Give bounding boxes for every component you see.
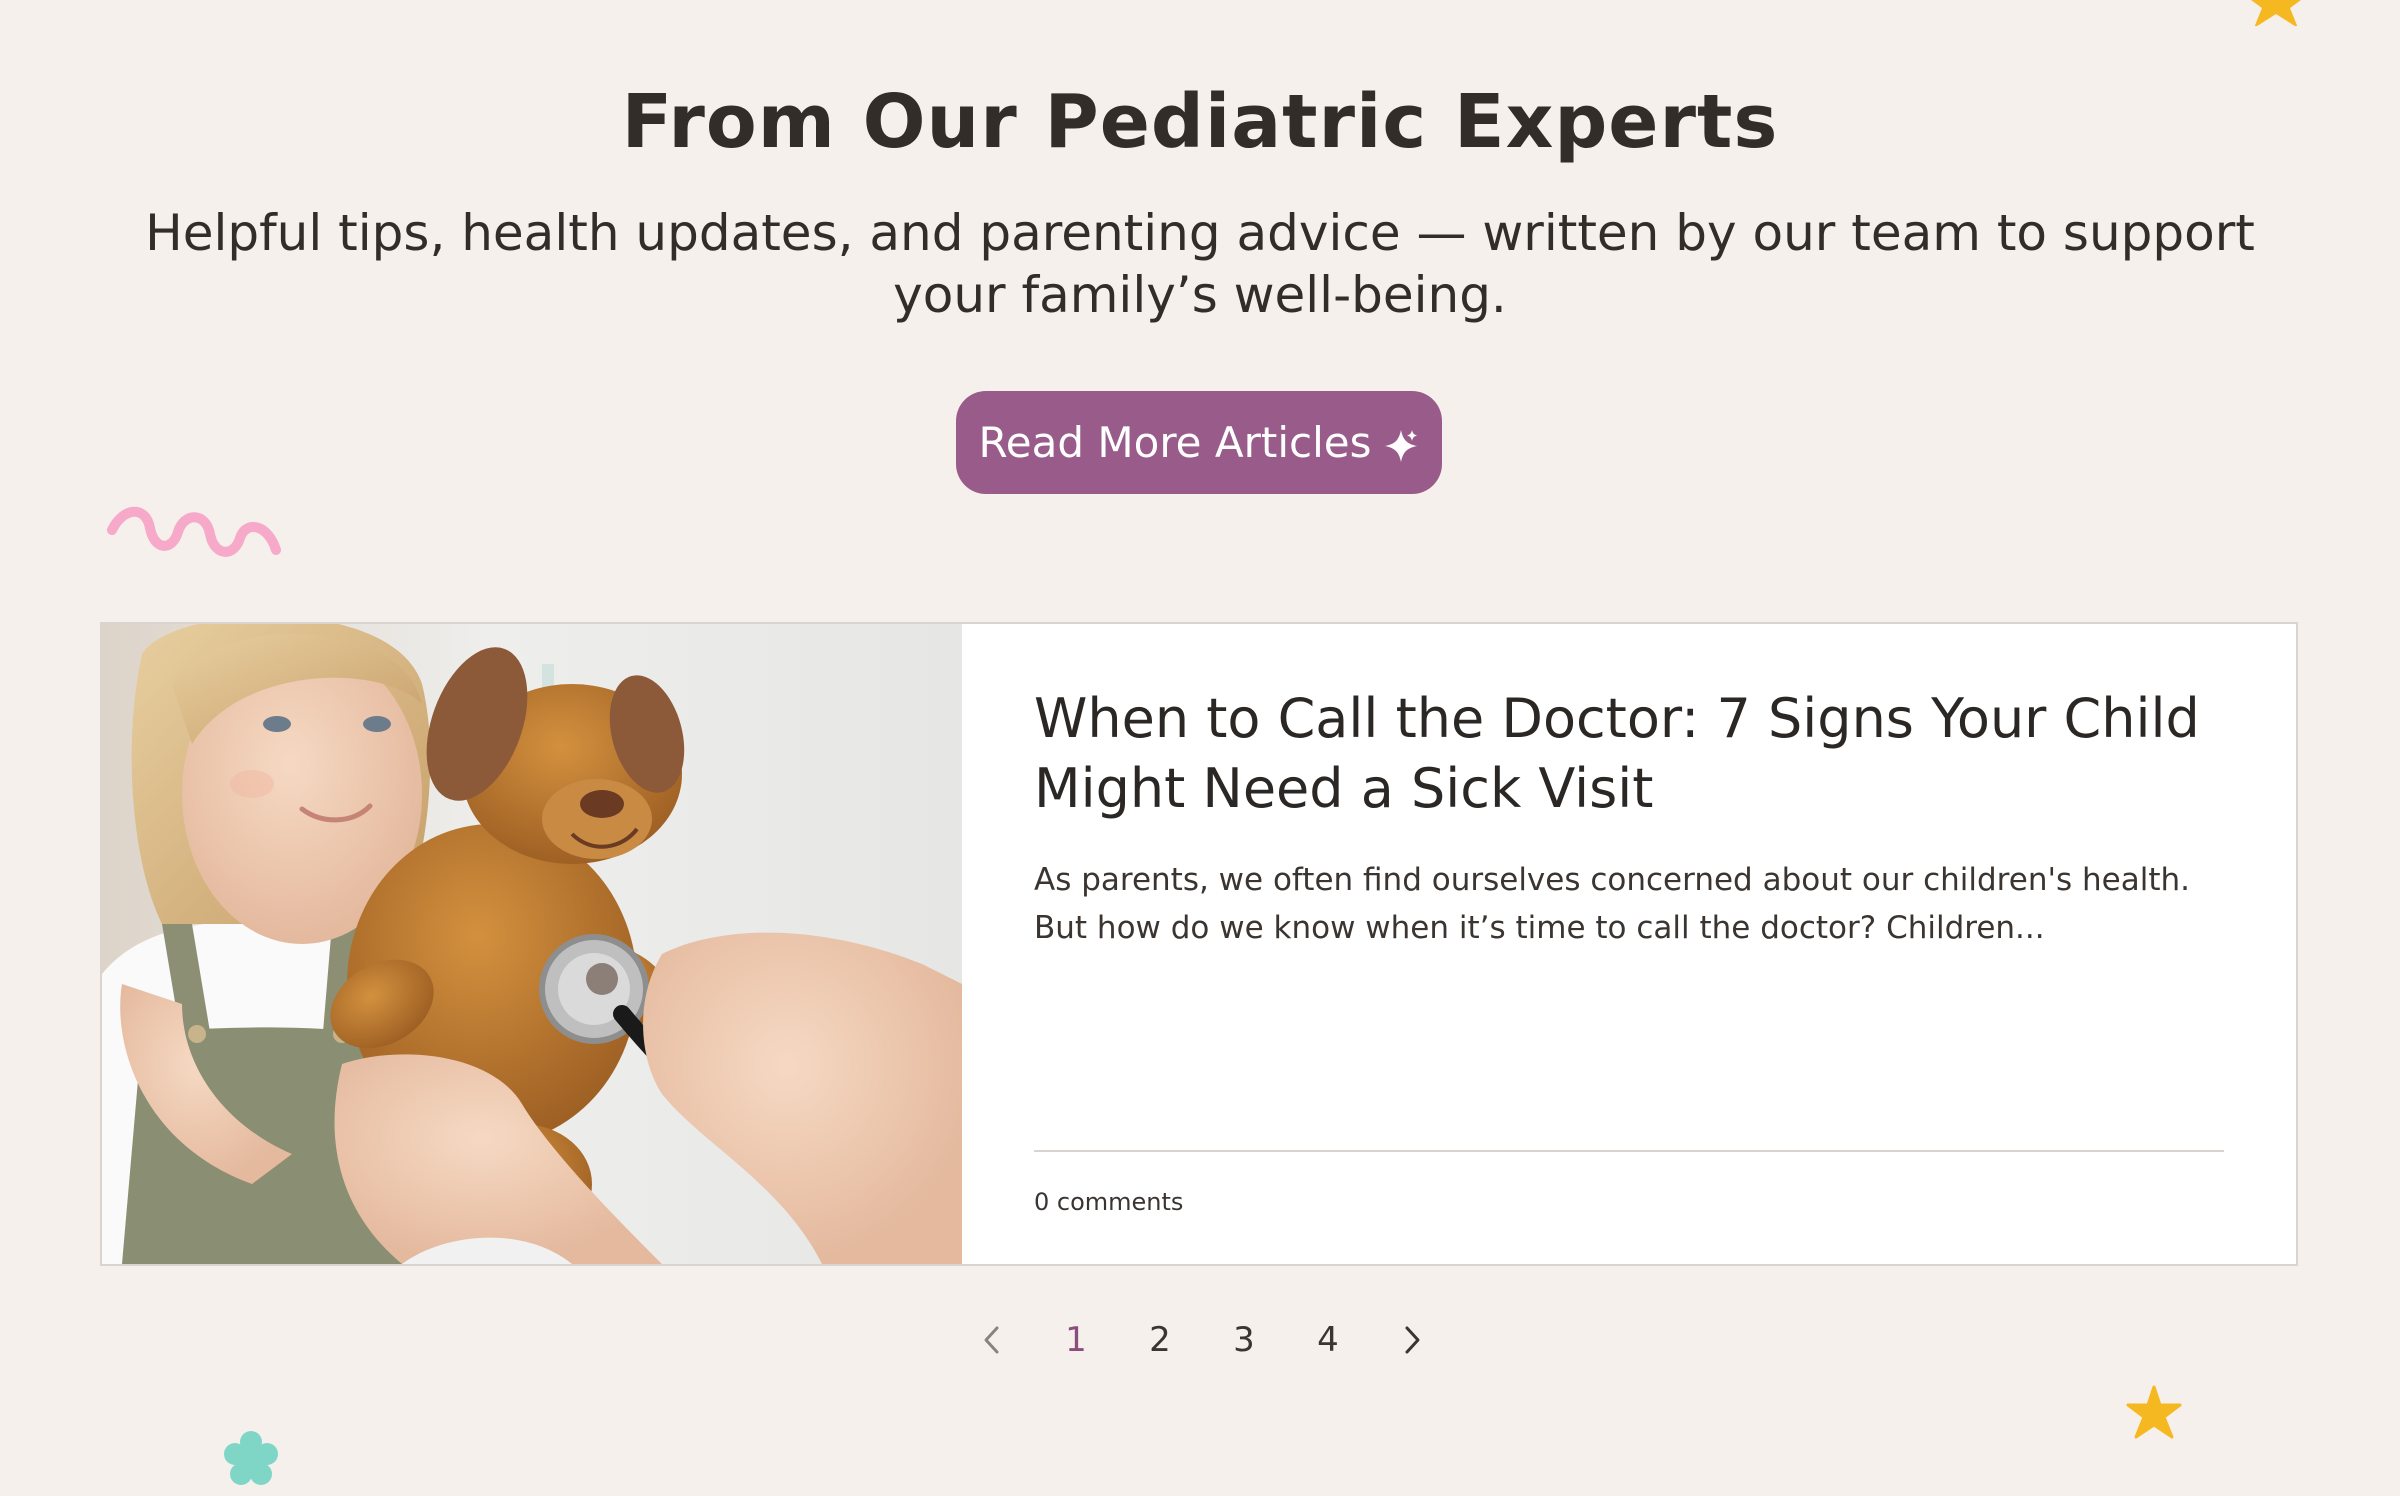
chevron-right-icon xyxy=(1405,1326,1420,1354)
star-decoration-top-right xyxy=(2251,0,2301,26)
pagination: 1 2 3 4 xyxy=(950,1310,1454,1370)
squiggle-decoration xyxy=(107,506,281,557)
sparkle-icon xyxy=(1383,425,1419,462)
pagination-previous[interactable] xyxy=(950,1324,1034,1356)
page-link-3[interactable]: 3 xyxy=(1202,1320,1286,1360)
read-more-articles-button[interactable]: Read More Articles xyxy=(956,391,1442,494)
post-body: When to Call the Doctor: 7 Signs Your Ch… xyxy=(962,624,2296,1264)
page-link-4[interactable]: 4 xyxy=(1286,1320,1370,1360)
pagination-next[interactable] xyxy=(1370,1324,1454,1356)
flower-decoration-bottom-left xyxy=(224,1431,278,1485)
post-divider xyxy=(1034,1150,2224,1152)
chevron-left-icon xyxy=(984,1326,999,1354)
page-link-2[interactable]: 2 xyxy=(1118,1320,1202,1360)
star-decoration-bottom-right xyxy=(2126,1385,2182,1439)
post-title[interactable]: When to Call the Doctor: 7 Signs Your Ch… xyxy=(1034,684,2224,824)
blog-post-card[interactable]: When to Call the Doctor: 7 Signs Your Ch… xyxy=(100,622,2298,1266)
post-excerpt: As parents, we often find ourselves conc… xyxy=(1034,862,2190,946)
page-link-1[interactable]: 1 xyxy=(1034,1320,1118,1360)
section-subtitle: Helpful tips, health updates, and parent… xyxy=(145,204,2255,324)
read-more-articles-label: Read More Articles xyxy=(978,418,1372,467)
section-title: From Our Pediatric Experts xyxy=(621,79,1779,165)
post-image[interactable] xyxy=(102,624,962,1264)
post-comments-link[interactable]: 0 comments xyxy=(1034,1188,1183,1216)
